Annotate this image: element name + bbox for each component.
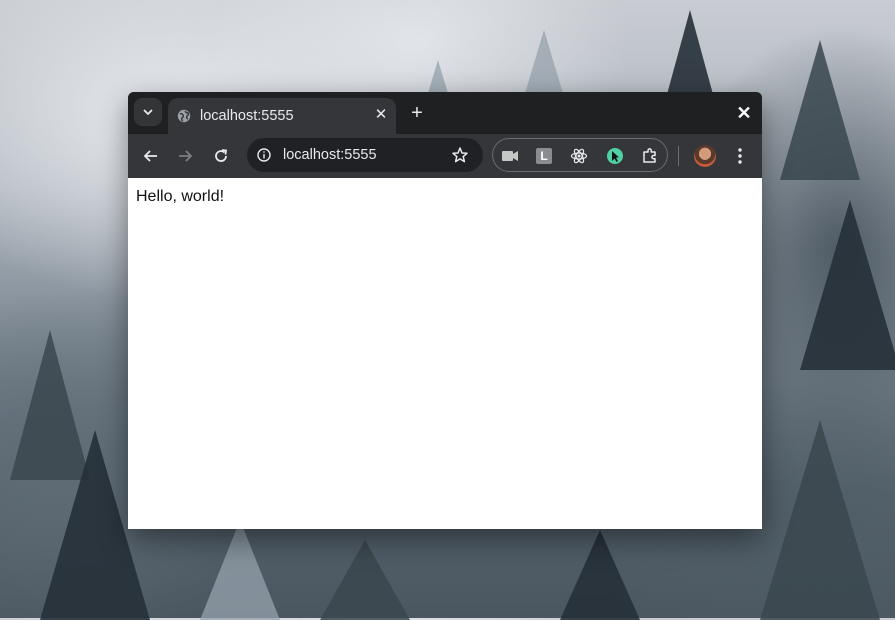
tab-strip: localhost:5555 ✕ + ✕ [128,92,762,134]
browser-menu-button[interactable] [732,145,748,167]
tab-title: localhost:5555 [200,108,294,124]
page-text: Hello, world! [136,188,225,205]
extensions-menu-button[interactable] [641,147,659,165]
tab-localhost[interactable]: localhost:5555 ✕ [168,98,396,134]
back-arrow-icon [143,150,157,162]
browser-window: localhost:5555 ✕ + ✕ localhost:5555 L He… [128,92,762,529]
more-vertical-icon [738,148,742,164]
close-tab-icon[interactable]: ✕ [373,107,389,123]
camera-extension-button[interactable] [501,147,519,165]
cursor-extension-icon [607,148,623,164]
camera-extension-icon [502,151,518,161]
forward-arrow-icon [179,150,193,162]
l-extension-button[interactable]: L [535,147,553,165]
react-icon [570,148,588,164]
new-tab-button[interactable]: + [406,102,428,124]
close-window-icon[interactable]: ✕ [734,103,754,123]
reload-button[interactable] [210,145,232,167]
extensions-puzzle-icon [643,148,656,163]
toolbar: localhost:5555 L [128,134,762,178]
chevron-down-icon [143,109,153,116]
toolbar-divider [678,146,679,166]
reload-icon [215,149,228,162]
back-button[interactable] [140,145,162,167]
l-extension-icon: L [536,148,552,164]
cursor-extension-button[interactable] [606,147,624,165]
bookmark-star-icon[interactable] [451,146,469,164]
globe-icon [177,109,191,123]
url-text[interactable]: localhost:5555 [283,147,377,163]
page-content: Hello, world! [128,178,762,529]
site-info-icon[interactable] [257,148,271,162]
react-devtools-button[interactable] [570,147,588,165]
extensions-group: L [492,138,668,172]
address-bar[interactable]: localhost:5555 [247,138,483,172]
tab-search-button[interactable] [134,98,162,126]
profile-avatar[interactable] [694,145,716,167]
forward-button[interactable] [174,145,196,167]
